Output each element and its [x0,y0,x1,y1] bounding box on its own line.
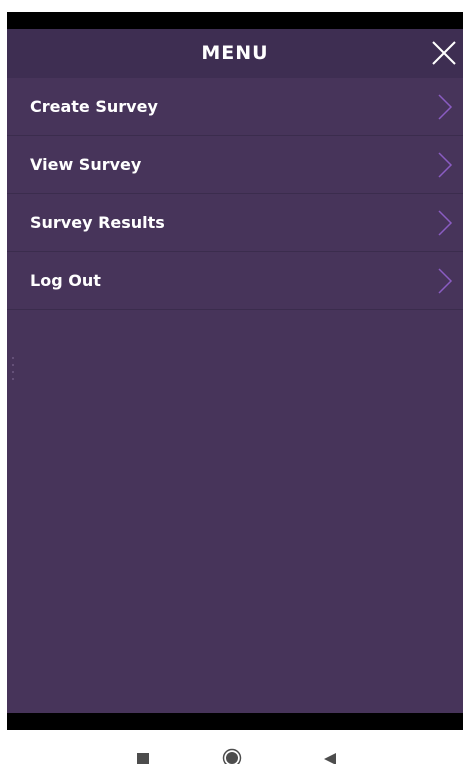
close-button[interactable] [429,38,459,68]
menu-list: Create Survey View Survey Survey Results… [7,78,463,310]
system-navigation-bar [0,730,463,764]
back-triangle-icon [324,753,336,764]
menu-item-label: Log Out [30,271,101,290]
drag-dot [12,357,14,359]
drag-dot [12,364,14,366]
home-circle-icon [222,748,242,764]
menu-item-view-survey[interactable]: View Survey [7,136,463,194]
menu-item-label: Survey Results [30,213,165,232]
status-bar [7,12,463,29]
drag-dot [12,371,14,373]
menu-header: MENU [7,29,463,78]
chevron-right-icon [438,210,453,236]
close-icon [432,41,456,65]
menu-panel: MENU Create Survey View Survey Survey Re… [7,29,463,713]
drawer-drag-handle[interactable] [11,355,15,383]
menu-item-create-survey[interactable]: Create Survey [7,78,463,136]
menu-title: MENU [201,42,269,64]
menu-item-label: View Survey [30,155,142,174]
recents-icon[interactable] [137,753,149,764]
chevron-right-icon [438,268,453,294]
menu-item-survey-results[interactable]: Survey Results [7,194,463,252]
menu-item-log-out[interactable]: Log Out [7,252,463,310]
phone-screen: MENU Create Survey View Survey Survey Re… [0,0,463,764]
chevron-right-icon [438,94,453,120]
back-icon[interactable] [322,751,338,764]
home-icon[interactable] [222,748,242,764]
bottom-black-bar [7,713,463,730]
chevron-right-icon [438,152,453,178]
menu-item-label: Create Survey [30,97,158,116]
drag-dot [12,378,14,380]
